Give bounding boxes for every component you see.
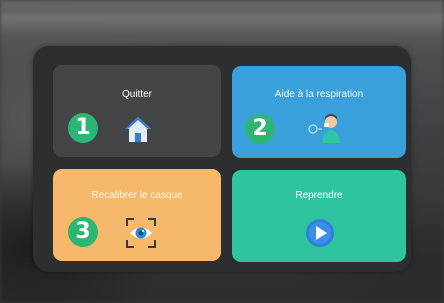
breathing-aid-button[interactable]: Aide à la respiration 2 xyxy=(232,66,406,158)
number-badge-3: 3 xyxy=(68,217,98,247)
breathing-aid-label: Aide à la respiration xyxy=(274,89,364,100)
quit-label: Quitter xyxy=(121,89,152,100)
number-badge-2: 2 xyxy=(245,114,275,144)
recalibrate-eye-icon xyxy=(126,218,156,248)
recalibrate-headset-button[interactable]: Recalibrer le casque 3 xyxy=(53,169,221,261)
quit-button[interactable]: Quitter 1 xyxy=(53,65,221,157)
home-icon xyxy=(125,117,151,142)
pause-menu-panel: Quitter 1 Aide à la respiration 2 Recali… xyxy=(33,46,411,272)
recalibrate-headset-label: Recalibrer le casque xyxy=(91,190,183,201)
resume-button[interactable]: Reprendre xyxy=(232,170,406,262)
breathing-person-icon xyxy=(308,114,340,143)
resume-label: Reprendre xyxy=(295,190,343,201)
play-icon xyxy=(306,219,334,247)
number-badge-1: 1 xyxy=(68,113,98,143)
